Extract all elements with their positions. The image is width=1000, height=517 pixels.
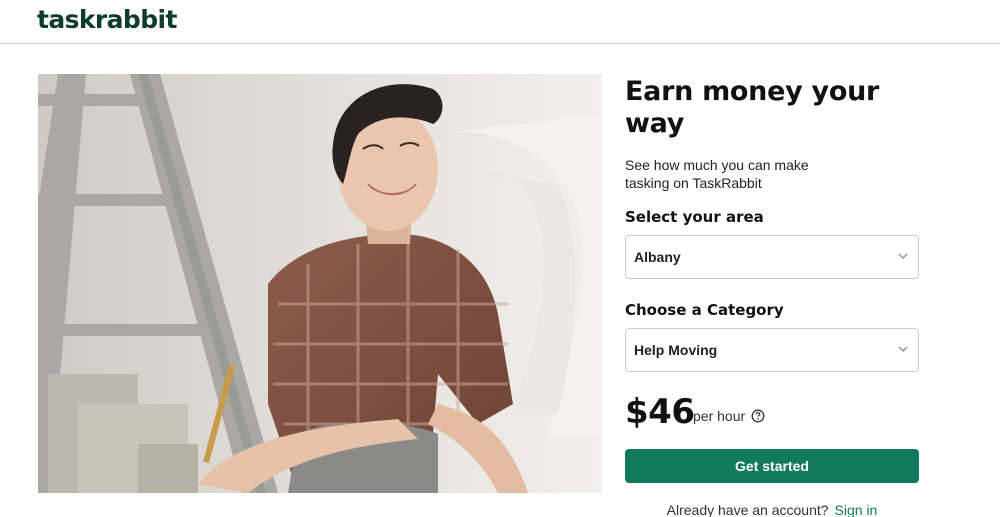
earnings-panel: Earn money your way See how much you can…	[625, 74, 919, 517]
area-select-value: Albany	[634, 249, 681, 265]
chevron-down-icon	[898, 253, 908, 259]
category-select-value: Help Moving	[634, 342, 718, 358]
help-icon[interactable]	[751, 409, 765, 423]
account-prompt: Already have an account?	[666, 502, 829, 517]
signin-row: Already have an account? Sign in	[625, 502, 919, 517]
category-label: Choose a Category	[625, 301, 784, 319]
taskrabbit-logo[interactable]: taskrabbit	[37, 5, 177, 34]
top-navigation-bar: taskrabbit	[0, 0, 1000, 44]
get-started-button[interactable]: Get started	[625, 449, 919, 483]
hero-image	[38, 74, 602, 493]
page-title: Earn money your way	[625, 76, 880, 139]
page-subtitle: See how much you can make tasking on Tas…	[625, 157, 809, 191]
smiling-tasker-photo	[38, 74, 602, 493]
category-select[interactable]: Help Moving	[625, 328, 919, 372]
area-label: Select your area	[625, 208, 764, 226]
hourly-price: $46	[625, 392, 695, 432]
price-display: $46 per hour	[625, 392, 919, 432]
price-unit: per hour	[693, 408, 746, 424]
chevron-down-icon	[898, 346, 908, 352]
area-select[interactable]: Albany	[625, 235, 919, 279]
sign-in-link[interactable]: Sign in	[835, 502, 878, 517]
